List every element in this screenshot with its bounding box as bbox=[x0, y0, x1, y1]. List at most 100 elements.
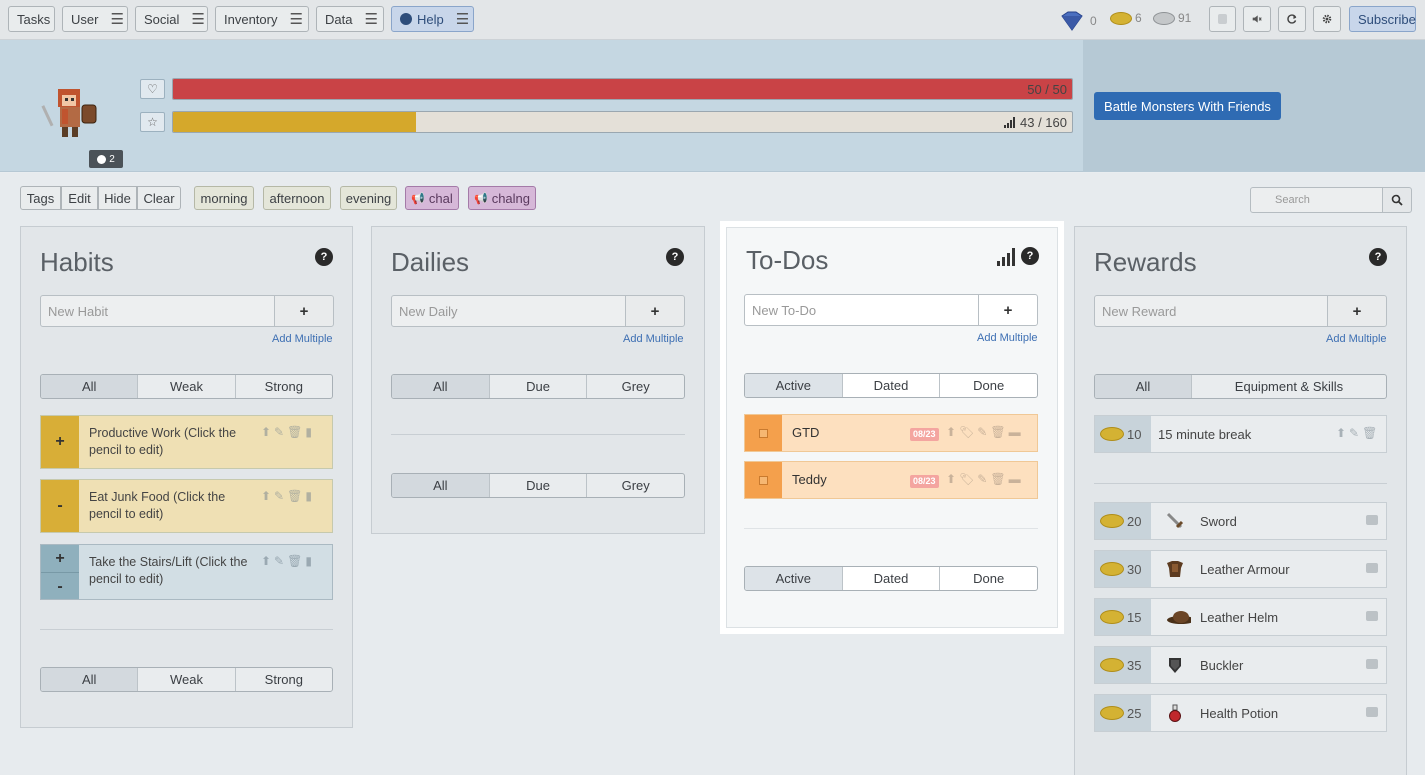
nav-inventory-button[interactable]: Inventory ☰ bbox=[215, 6, 309, 32]
rewards-add-multiple-link[interactable]: Add Multiple bbox=[1326, 333, 1387, 345]
chat-bubble-icon[interactable] bbox=[1366, 515, 1378, 525]
tag-chalng[interactable]: 📢 chalng bbox=[468, 186, 536, 210]
chat-bubble-icon[interactable] bbox=[1366, 659, 1378, 669]
reward-item[interactable]: 20 Sword bbox=[1094, 502, 1387, 540]
reward-buy-button[interactable]: 20 bbox=[1095, 503, 1151, 539]
tags-button[interactable]: Tags bbox=[20, 186, 61, 210]
filter-done[interactable]: Done bbox=[940, 374, 1037, 397]
new-habit-input[interactable]: New Habit bbox=[40, 295, 275, 327]
nav-social-button[interactable]: Social ☰ bbox=[135, 6, 208, 32]
habit-action-icons: ⬆✎🗑▮ bbox=[261, 425, 315, 439]
reward-item[interactable]: 15 Leather Helm bbox=[1094, 598, 1387, 636]
filter-done[interactable]: Done bbox=[940, 567, 1037, 590]
sound-button[interactable] bbox=[1243, 6, 1271, 32]
filter-weak[interactable]: Weak bbox=[138, 375, 236, 398]
dailies-add-multiple-link[interactable]: Add Multiple bbox=[623, 333, 684, 345]
battle-monsters-button[interactable]: Battle Monsters With Friends bbox=[1094, 92, 1281, 120]
habit-item[interactable]: + Productive Work (Click the pencil to e… bbox=[40, 415, 333, 469]
subscribe-button[interactable]: Subscribe bbox=[1349, 6, 1416, 32]
filter-equipment-skills[interactable]: Equipment & Skills bbox=[1192, 375, 1386, 398]
filter-all[interactable]: All bbox=[392, 375, 490, 398]
tags-hide-button[interactable]: Hide bbox=[98, 186, 137, 210]
todo-checkbox[interactable] bbox=[745, 462, 782, 498]
filter-weak[interactable]: Weak bbox=[138, 668, 236, 691]
filter-strong[interactable]: Strong bbox=[236, 668, 332, 691]
filter-active[interactable]: Active bbox=[745, 374, 843, 397]
reward-item[interactable]: 30 Leather Armour bbox=[1094, 550, 1387, 588]
filter-due[interactable]: Due bbox=[490, 474, 588, 497]
habit-plus-button[interactable]: + bbox=[41, 545, 79, 573]
reward-buy-button[interactable]: 25 bbox=[1095, 695, 1151, 731]
help-icon[interactable]: ? bbox=[315, 248, 333, 266]
chat-bubble-icon[interactable] bbox=[1366, 707, 1378, 717]
tags-edit-label: Edit bbox=[68, 190, 91, 206]
health-bar-fill bbox=[173, 79, 1072, 99]
habit-plus-button[interactable]: + bbox=[41, 416, 79, 468]
add-habit-button[interactable]: + bbox=[274, 295, 334, 327]
tag-chal-label: chal bbox=[428, 190, 453, 206]
filter-all[interactable]: All bbox=[392, 474, 490, 497]
filter-strong[interactable]: Strong bbox=[236, 375, 332, 398]
tag-evening[interactable]: evening bbox=[340, 186, 397, 210]
reward-buy-button[interactable]: 35 bbox=[1095, 647, 1151, 683]
nav-data-button[interactable]: Data ☰ bbox=[316, 6, 384, 32]
filter-all[interactable]: All bbox=[1095, 375, 1192, 398]
filter-active[interactable]: Active bbox=[745, 567, 843, 590]
gold-coin-icon bbox=[1100, 706, 1124, 720]
nav-user-button[interactable]: User ☰ bbox=[62, 6, 128, 32]
help-icon[interactable]: ? bbox=[666, 248, 684, 266]
nav-help-button[interactable]: Help ☰ bbox=[391, 6, 474, 32]
party-badge-count: 2 bbox=[109, 153, 115, 165]
tag-afternoon[interactable]: afternoon bbox=[263, 186, 331, 210]
potion-icon bbox=[1169, 704, 1181, 722]
filter-dated[interactable]: Dated bbox=[843, 374, 941, 397]
reward-buy-button[interactable]: 10 bbox=[1095, 416, 1151, 452]
sync-button[interactable] bbox=[1278, 6, 1306, 32]
habit-minus-button[interactable]: - bbox=[41, 480, 79, 532]
habit-item[interactable]: - Eat Junk Food (Click the pencil to edi… bbox=[40, 479, 333, 533]
reward-item[interactable]: 10 15 minute break ⬆✎🗑 bbox=[1094, 415, 1387, 453]
settings-button[interactable] bbox=[1313, 6, 1341, 32]
todo-item[interactable]: Teddy 08/23 ⬆🏷✎🗑▬ bbox=[744, 461, 1038, 499]
search-input[interactable]: Search bbox=[1250, 187, 1383, 213]
add-todo-button[interactable]: + bbox=[978, 294, 1038, 326]
new-daily-input[interactable]: New Daily bbox=[391, 295, 626, 327]
search-button[interactable] bbox=[1382, 187, 1412, 213]
avatar[interactable] bbox=[40, 85, 102, 145]
filter-grey[interactable]: Grey bbox=[587, 375, 684, 398]
chat-bubble-icon[interactable] bbox=[1366, 611, 1378, 621]
tags-edit-button[interactable]: Edit bbox=[61, 186, 98, 210]
habits-add-multiple-link[interactable]: Add Multiple bbox=[272, 333, 333, 345]
filter-all[interactable]: All bbox=[41, 375, 139, 398]
new-todo-input[interactable]: New To-Do bbox=[744, 294, 980, 326]
help-icon[interactable]: ? bbox=[1021, 247, 1039, 265]
todo-item[interactable]: GTD 08/23 ⬆🏷✎🗑▬ bbox=[744, 414, 1038, 452]
reward-buy-button[interactable]: 15 bbox=[1095, 599, 1151, 635]
filter-all[interactable]: All bbox=[41, 668, 139, 691]
difficulty-signal-icon[interactable] bbox=[997, 248, 1015, 266]
chat-bubble-icon[interactable] bbox=[1366, 563, 1378, 573]
chat-button[interactable] bbox=[1209, 6, 1236, 32]
add-daily-button[interactable]: + bbox=[625, 295, 685, 327]
tag-morning[interactable]: morning bbox=[194, 186, 254, 210]
tags-clear-button[interactable]: Clear bbox=[137, 186, 181, 210]
todos-add-multiple-link[interactable]: Add Multiple bbox=[977, 332, 1038, 344]
filter-grey[interactable]: Grey bbox=[587, 474, 684, 497]
add-reward-button[interactable]: + bbox=[1327, 295, 1387, 327]
reward-item[interactable]: 25 Health Potion bbox=[1094, 694, 1387, 732]
help-icon[interactable]: ? bbox=[1369, 248, 1387, 266]
tag-chal[interactable]: 📢 chal bbox=[405, 186, 459, 210]
reward-name: 15 minute break bbox=[1158, 427, 1252, 442]
reward-buy-button[interactable]: 30 bbox=[1095, 551, 1151, 587]
new-reward-input[interactable]: New Reward bbox=[1094, 295, 1329, 327]
habit-minus-button[interactable]: - bbox=[41, 573, 79, 599]
nav-tasks-button[interactable]: Tasks bbox=[8, 6, 55, 32]
habit-item[interactable]: + - Take the Stairs/Lift (Click the penc… bbox=[40, 544, 333, 600]
filter-due[interactable]: Due bbox=[490, 375, 588, 398]
subscribe-label: Subscribe bbox=[1358, 11, 1416, 27]
todo-due-date: 08/23 bbox=[910, 428, 939, 441]
reward-item[interactable]: 35 Buckler bbox=[1094, 646, 1387, 684]
todo-checkbox[interactable] bbox=[745, 415, 782, 451]
filter-dated[interactable]: Dated bbox=[843, 567, 941, 590]
party-badge[interactable]: 2 bbox=[89, 150, 123, 168]
